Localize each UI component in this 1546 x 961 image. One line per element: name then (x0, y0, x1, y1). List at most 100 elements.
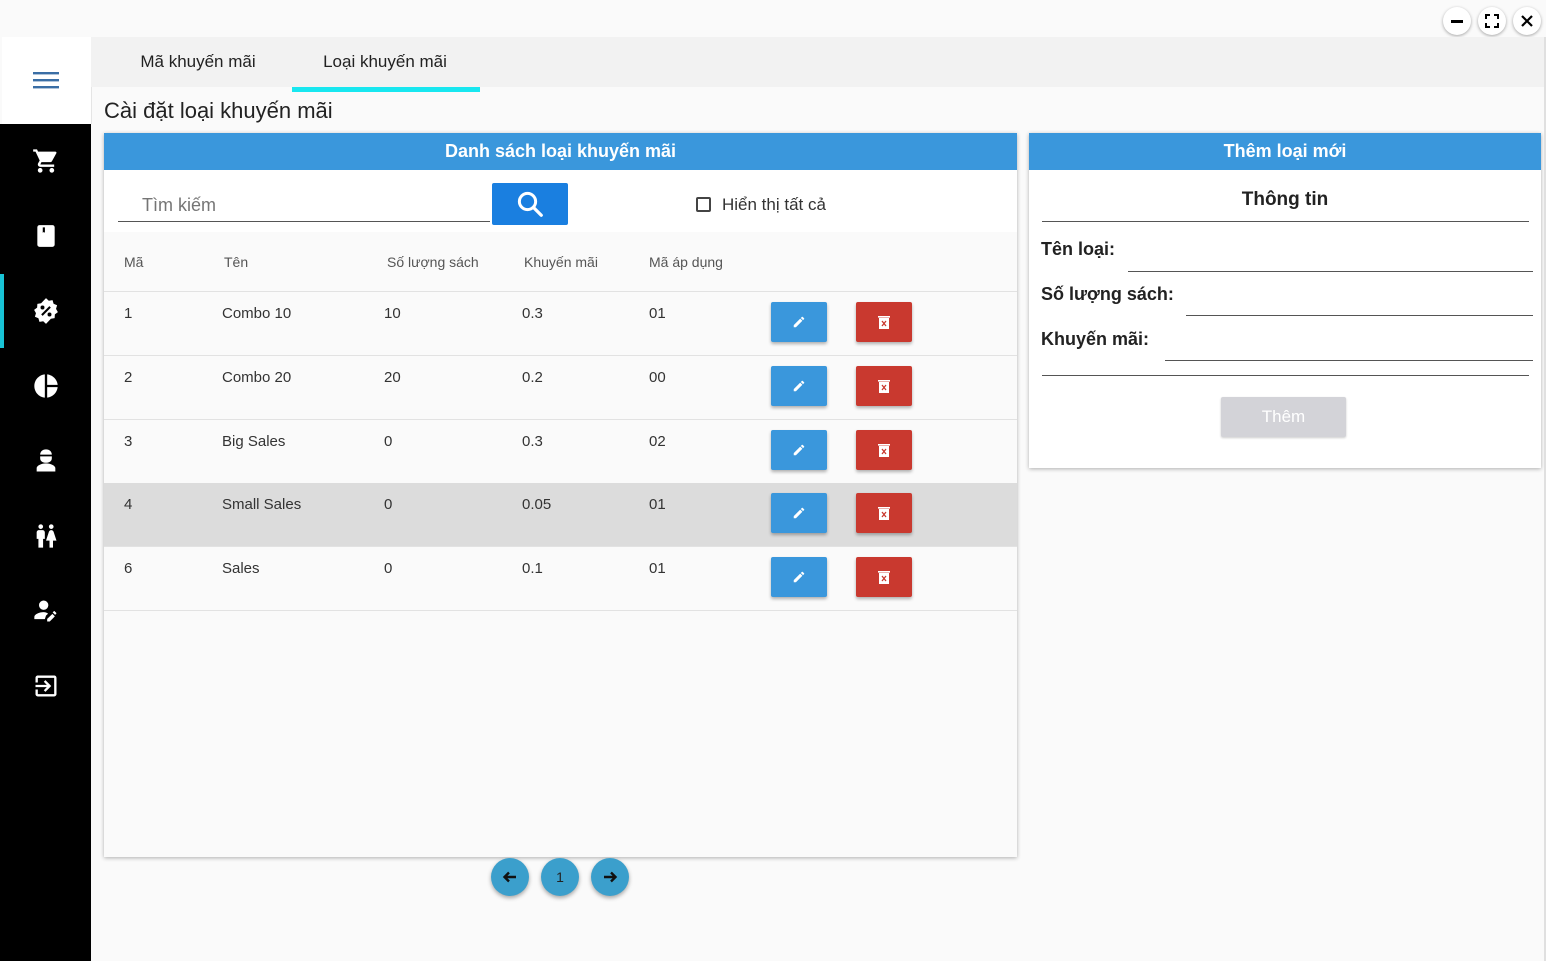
trash-icon (878, 507, 890, 520)
add-button[interactable]: Thêm (1221, 397, 1346, 437)
discount-label: Khuyến mãi: (1041, 329, 1150, 349)
column-header-qty: Số lượng sách (387, 254, 479, 270)
sidebar-item-customers[interactable] (0, 499, 91, 573)
sidebar-item-books[interactable] (0, 199, 91, 273)
sidebar-item-reports[interactable] (0, 349, 91, 423)
edit-button[interactable] (771, 430, 827, 470)
menu-toggle-button[interactable] (33, 71, 59, 94)
cell-discount: 0.05 (522, 496, 552, 513)
delete-button[interactable] (856, 366, 912, 406)
show-all-label: Hiển thị tất cả (722, 195, 826, 214)
trash-icon (878, 316, 890, 329)
search-input[interactable] (118, 190, 490, 222)
sidebar-item-sales[interactable] (0, 124, 91, 198)
minimize-button[interactable] (1443, 7, 1471, 35)
type-name-input[interactable] (1128, 237, 1533, 272)
delete-button[interactable] (856, 430, 912, 470)
column-header-id: Mã (124, 254, 144, 270)
prev-page-button[interactable] (491, 858, 529, 896)
tab-promo-types[interactable]: Loại khuyến mãi (292, 37, 478, 87)
form-divider (1042, 375, 1529, 376)
cell-name: Sales (222, 560, 260, 577)
pencil-icon (793, 444, 805, 456)
cell-qty: 20 (384, 369, 401, 386)
cell-discount: 0.3 (522, 433, 543, 450)
search-icon (517, 191, 543, 217)
cart-icon (32, 149, 56, 173)
cell-id: 6 (124, 560, 133, 577)
cell-id: 1 (124, 305, 133, 322)
delete-button[interactable] (856, 557, 912, 597)
book-qty-label: Số lượng sách: (1041, 284, 1174, 304)
arrow-left-icon (502, 871, 516, 883)
maximize-icon (1485, 14, 1499, 28)
pie-chart-icon (33, 374, 58, 398)
cell-id: 2 (124, 369, 133, 386)
cell-id: 3 (124, 433, 133, 450)
worker-icon (36, 449, 55, 472)
cell-code: 01 (649, 496, 666, 513)
cell-code: 02 (649, 433, 666, 450)
cell-code: 01 (649, 560, 666, 577)
promo-type-list-panel: Danh sách loại khuyến mãi Hiển thị tất c… (104, 133, 1017, 857)
search-button[interactable] (492, 183, 568, 225)
cell-qty: 0 (384, 433, 393, 450)
pencil-icon (793, 316, 805, 328)
table-row[interactable]: 4 Small Sales 0 0.05 01 (104, 483, 1017, 547)
logout-icon (35, 675, 56, 697)
cell-name: Combo 20 (222, 369, 292, 386)
pencil-icon (793, 380, 805, 392)
page-title: Cài đặt loại khuyến mãi (104, 98, 333, 123)
show-all-checkbox[interactable] (696, 197, 711, 212)
edit-button[interactable] (771, 557, 827, 597)
list-panel-header: Danh sách loại khuyến mãi (104, 133, 1017, 170)
delete-button[interactable] (856, 302, 912, 342)
pencil-icon (793, 507, 805, 519)
cell-discount: 0.1 (522, 560, 543, 577)
pencil-icon (793, 571, 805, 583)
edit-button[interactable] (771, 493, 827, 533)
column-header-name: Tên (224, 254, 249, 270)
cell-qty: 0 (384, 560, 393, 577)
maximize-button[interactable] (1478, 7, 1506, 35)
column-header-discount: Khuyến mãi (524, 254, 598, 270)
sidebar-item-employees[interactable] (0, 424, 91, 498)
sidebar-item-promotions[interactable] (0, 274, 91, 348)
discount-input[interactable] (1165, 326, 1533, 361)
cell-discount: 0.2 (522, 369, 543, 386)
tab-promo-codes[interactable]: Mã khuyến mãi (109, 37, 287, 87)
cell-qty: 10 (384, 305, 401, 322)
edit-button[interactable] (771, 302, 827, 342)
next-page-button[interactable] (591, 858, 629, 896)
cell-qty: 0 (384, 496, 393, 513)
form-section-title: Thông tin (1241, 189, 1329, 210)
delete-button[interactable] (856, 493, 912, 533)
close-button[interactable] (1513, 7, 1541, 35)
form-panel-header: Thêm loại mới (1029, 133, 1541, 170)
page-number-button[interactable]: 1 (541, 858, 579, 896)
close-icon (1521, 15, 1533, 27)
table-header: Mã Tên Số lượng sách Khuyến mãi Mã áp dụ… (104, 232, 1017, 292)
window-titlebar (0, 0, 1546, 37)
table-row[interactable]: 2 Combo 20 20 0.2 00 (104, 356, 1017, 420)
edit-button[interactable] (771, 366, 827, 406)
user-edit-icon (33, 600, 56, 622)
minimize-icon (1451, 20, 1463, 23)
sidebar-item-logout[interactable] (0, 649, 91, 723)
cell-code: 00 (649, 369, 666, 386)
cell-id: 4 (124, 496, 133, 513)
trash-icon (878, 444, 890, 457)
cell-name: Combo 10 (222, 305, 292, 322)
sidebar (0, 124, 91, 961)
sidebar-header (2, 37, 92, 124)
table-row[interactable]: 6 Sales 0 0.1 01 (104, 547, 1017, 611)
discount-badge-icon (33, 298, 58, 324)
book-qty-input[interactable] (1186, 281, 1533, 316)
add-promo-type-panel: Thêm loại mới Thông tin Tên loại: Số lượ… (1029, 133, 1541, 468)
column-header-code: Mã áp dụng (649, 254, 723, 270)
sidebar-item-account[interactable] (0, 574, 91, 648)
book-icon (36, 225, 55, 247)
table-row[interactable]: 1 Combo 10 10 0.3 01 (104, 292, 1017, 356)
table-row[interactable]: 3 Big Sales 0 0.3 02 (104, 420, 1017, 484)
section-divider (1042, 221, 1529, 222)
